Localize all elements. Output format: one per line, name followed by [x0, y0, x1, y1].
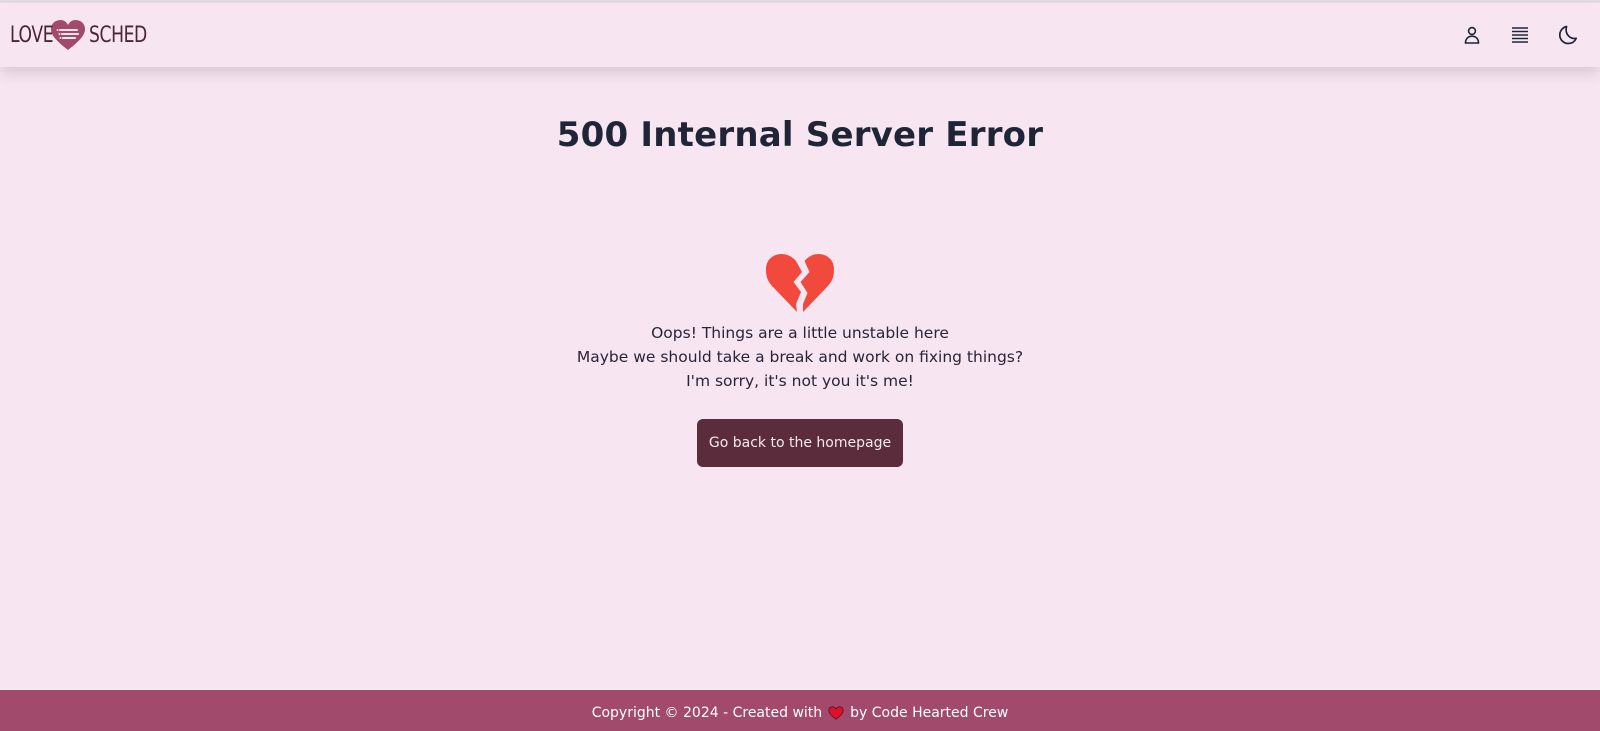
menu-lines-icon [1512, 27, 1528, 43]
footer-copyright: Copyright © 2024 - Created with [591, 704, 823, 721]
nav-actions [1460, 23, 1580, 47]
page-title: 500 Internal Server Error [556, 115, 1044, 155]
footer: Copyright © 2024 - Created with by Code … [0, 690, 1600, 731]
error-message: Oops! Things are a little unstable here … [0, 321, 1600, 393]
homepage-button[interactable]: Go back to the homepage [697, 419, 903, 467]
message-line-1: Oops! Things are a little unstable here [651, 324, 949, 342]
theme-toggle-button[interactable] [1556, 23, 1580, 47]
navbar: LOVE SCHED [0, 3, 1600, 67]
logo-heart-icon [51, 20, 85, 50]
moon-icon [1558, 25, 1578, 45]
brand-word-sched: SCHED [89, 22, 147, 48]
menu-button[interactable] [1508, 23, 1532, 47]
error-content: 500 Internal Server Error Oops! Things a… [0, 67, 1600, 690]
heart-icon [828, 705, 844, 720]
message-line-2: Maybe we should take a break and work on… [576, 348, 1024, 366]
footer-credit: by Code Hearted Crew [850, 704, 1009, 721]
brand-word-love: LOVE [10, 22, 54, 48]
message-line-3: I'm sorry, it's not you it's me! [686, 372, 914, 390]
account-button[interactable] [1460, 23, 1484, 47]
user-icon [1464, 26, 1480, 44]
broken-heart-icon [766, 254, 834, 312]
brand-logo[interactable]: LOVE SCHED [10, 15, 159, 55]
